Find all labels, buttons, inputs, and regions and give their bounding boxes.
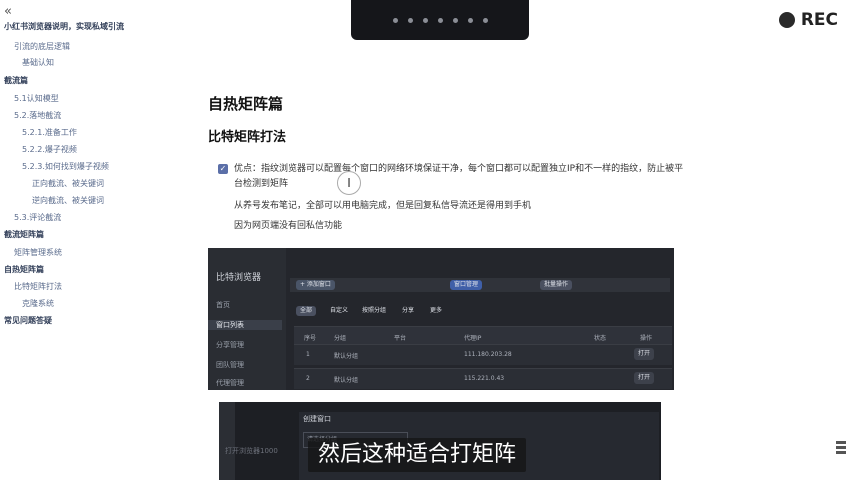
rec-indicator: REC <box>778 10 838 30</box>
outline-item[interactable]: 截流篇 <box>4 74 28 88</box>
app-left-bar <box>219 402 235 480</box>
outline-item[interactable]: 5.1认知模型 <box>14 92 59 106</box>
app-nav-item: 窗口列表 <box>208 320 282 330</box>
toolbar-dot-icon[interactable] <box>422 17 428 23</box>
cell: 115.221.0.43 <box>464 375 505 382</box>
app-tab: 自定义 <box>330 307 349 314</box>
cell: 111.180.203.28 <box>464 351 512 358</box>
ghost-text: 打开浏览器1000 <box>225 447 278 455</box>
heading-1: 自热矩阵篇 <box>208 95 284 113</box>
app-nav-item: 团队管理 <box>216 361 244 369</box>
cell: 默认分组 <box>334 377 359 384</box>
outline-item[interactable]: 比特矩阵打法 <box>14 280 62 294</box>
outline-item[interactable]: 引流的底层逻辑 <box>14 40 70 54</box>
cell: 2 <box>306 375 310 382</box>
open-button: 打开 <box>634 372 655 384</box>
outline-item[interactable]: 截流矩阵篇 <box>4 228 44 242</box>
col-header: 分组 <box>334 335 347 342</box>
recording-toolbar[interactable] <box>351 0 529 40</box>
outline-item[interactable]: 自热矩阵篇 <box>4 263 44 277</box>
heading-2: 比特矩阵打法 <box>208 130 287 145</box>
outline-item[interactable]: 正向截流、被关键词 <box>32 177 104 191</box>
checkbox-checked-icon[interactable]: ✓ <box>218 164 228 174</box>
paragraph: 因为网页端没有回私信功能 <box>234 221 343 231</box>
outline-item[interactable]: 5.3.评论截流 <box>14 211 61 225</box>
collapse-sidebar-icon[interactable]: « <box>4 4 12 19</box>
toolbar-dot-icon[interactable] <box>437 17 443 23</box>
toolbar-dot-icon[interactable] <box>467 17 473 23</box>
app-tab: 按照分组 <box>362 307 387 314</box>
toolbar-dot-icon[interactable] <box>482 17 488 23</box>
app-nav-item: 代理管理 <box>216 379 244 387</box>
col-header: 状态 <box>594 335 607 342</box>
video-subtitle: 然后这种适合打矩阵 <box>308 438 527 472</box>
outline-item[interactable]: 小红书浏览器说明，实现私域引流 <box>4 20 124 34</box>
table-row: 1 默认分组 111.180.203.28 打开 <box>294 344 672 365</box>
app-tab: 更多 <box>430 307 443 314</box>
app-topbar: + 添加窗口 窗口管理 批量操作 <box>290 278 670 292</box>
toolbar-dot-icon[interactable] <box>407 17 413 23</box>
outline-item[interactable]: 矩阵管理系统 <box>14 246 62 260</box>
col-header: 平台 <box>394 335 407 342</box>
app-pill: + 添加窗口 <box>296 280 335 290</box>
open-button: 打开 <box>634 348 655 360</box>
toolbar-dot-icon[interactable] <box>392 17 398 23</box>
outline-item[interactable]: 5.2.3.如何找到爆子视频 <box>22 160 109 174</box>
col-header: 序号 <box>304 335 317 342</box>
outline-item[interactable]: 5.2.1.准备工作 <box>22 126 77 140</box>
app-tab: 分享 <box>402 307 415 314</box>
record-dot-icon <box>778 12 795 28</box>
cell: 1 <box>306 351 310 358</box>
app-nav-item: 分享管理 <box>216 341 244 349</box>
table-row: 2 默认分组 115.221.0.43 打开 <box>294 368 672 389</box>
task-text: 优点：指纹浏览器可以配置每个窗口的网络环境保证干净，每个窗口都可以配置独立IP和… <box>234 164 684 189</box>
task-item: ✓ 优点：指纹浏览器可以配置每个窗口的网络环境保证干净，每个窗口都可以配置独立I… <box>218 162 688 192</box>
app-nav-item: 首页 <box>216 301 230 309</box>
outline-item[interactable]: 基础认知 <box>22 56 54 70</box>
menu-icon[interactable] <box>836 441 846 454</box>
cell: 默认分组 <box>334 353 359 360</box>
text-cursor-icon: I <box>337 171 361 195</box>
app-pill: 窗口管理 <box>450 280 483 290</box>
paragraph: 从养号发布笔记，全部可以用电脑完成，但是回复私信导流还是得用到手机 <box>234 201 532 211</box>
outline-item[interactable]: 5.2.落地截流 <box>14 109 61 123</box>
outline-item[interactable]: 克隆系统 <box>22 297 54 311</box>
toolbar-dot-icon[interactable] <box>452 17 458 23</box>
app-brand: 比特浏览器 <box>216 273 262 283</box>
embedded-screenshot-browser: 比特浏览器 首页 窗口列表 分享管理 团队管理 代理管理 + 添加窗口 窗口管理… <box>208 248 674 390</box>
dialog-title: 创建窗口 <box>303 415 331 423</box>
col-header: 代理IP <box>464 335 482 342</box>
app-tab: 全部 <box>296 306 317 316</box>
outline-item[interactable]: 5.2.2.爆子视频 <box>22 143 77 157</box>
outline-item[interactable]: 常见问题答疑 <box>4 314 52 328</box>
outline-item[interactable]: 逆向截流、被关键词 <box>32 194 104 208</box>
col-header: 操作 <box>640 335 653 342</box>
app-pill: 批量操作 <box>540 280 573 290</box>
rec-label: REC <box>800 10 838 30</box>
